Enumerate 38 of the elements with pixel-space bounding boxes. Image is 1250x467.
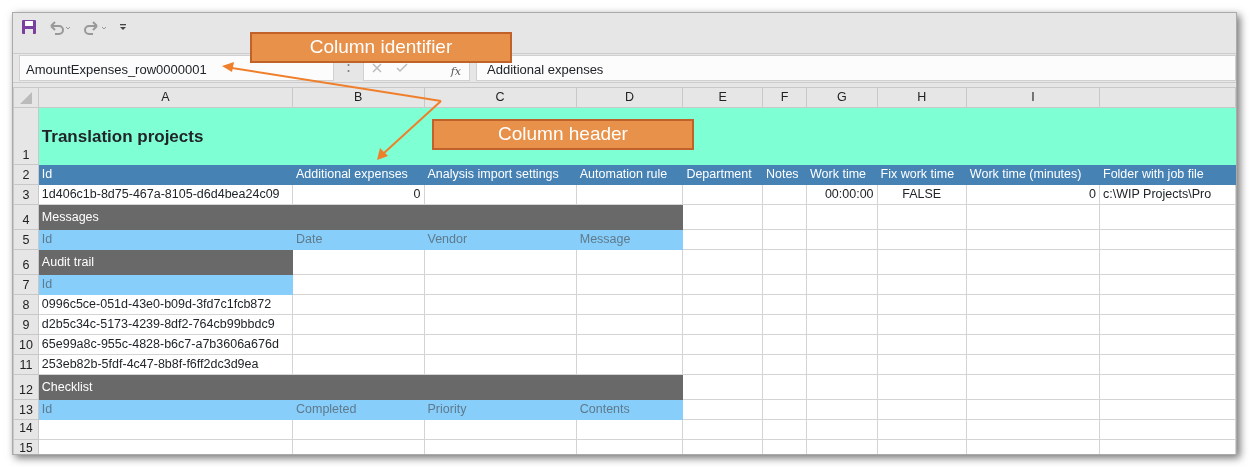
save-icon[interactable] — [21, 19, 37, 35]
row-number[interactable]: 8 — [13, 294, 39, 315]
callout-tooltip: Column header — [432, 119, 694, 150]
customize-dropdown-icon[interactable] — [119, 23, 127, 31]
row-number[interactable]: 10 — [13, 334, 39, 355]
row-number[interactable]: 9 — [13, 314, 39, 335]
cancel-icon[interactable] — [372, 63, 382, 73]
redo-icon[interactable] — [83, 19, 109, 35]
row-number[interactable]: 14 — [13, 419, 39, 440]
row-number[interactable]: 1 — [13, 107, 39, 165]
row-number[interactable]: 13 — [13, 399, 39, 420]
column-letter[interactable]: A — [38, 87, 293, 108]
column-letter[interactable]: C — [424, 87, 577, 108]
row-number[interactable]: 7 — [13, 274, 39, 295]
row-number[interactable]: 3 — [13, 184, 39, 205]
function-button[interactable]: fx — [450, 65, 461, 77]
column-letter[interactable]: E — [682, 87, 763, 108]
column-letter[interactable]: B — [292, 87, 424, 108]
enter-icon[interactable] — [396, 63, 408, 73]
row-number[interactable]: 5 — [13, 229, 39, 250]
column-letter[interactable]: H — [877, 87, 967, 108]
row-number[interactable]: 4 — [13, 204, 39, 230]
row-number[interactable]: 11 — [13, 354, 39, 375]
formula-field[interactable]: Additional expenses — [476, 55, 1236, 81]
column-letter[interactable]: I — [966, 87, 1100, 108]
section-header: Checklist — [38, 374, 683, 400]
select-all-icon[interactable] — [19, 91, 32, 104]
column-letter[interactable]: G — [806, 87, 878, 108]
resize-handle-icon[interactable] — [347, 63, 350, 73]
row-number[interactable]: 2 — [13, 164, 39, 185]
row-number[interactable]: 6 — [13, 249, 39, 275]
section-header: Messages — [38, 204, 683, 230]
column-letter[interactable]: D — [576, 87, 683, 108]
row-number[interactable]: 12 — [13, 374, 39, 400]
undo-icon[interactable] — [47, 19, 73, 35]
section-header: Audit trail — [38, 249, 293, 275]
callout-tooltip: Column identifier — [250, 32, 512, 63]
column-letter[interactable]: F — [762, 87, 807, 108]
